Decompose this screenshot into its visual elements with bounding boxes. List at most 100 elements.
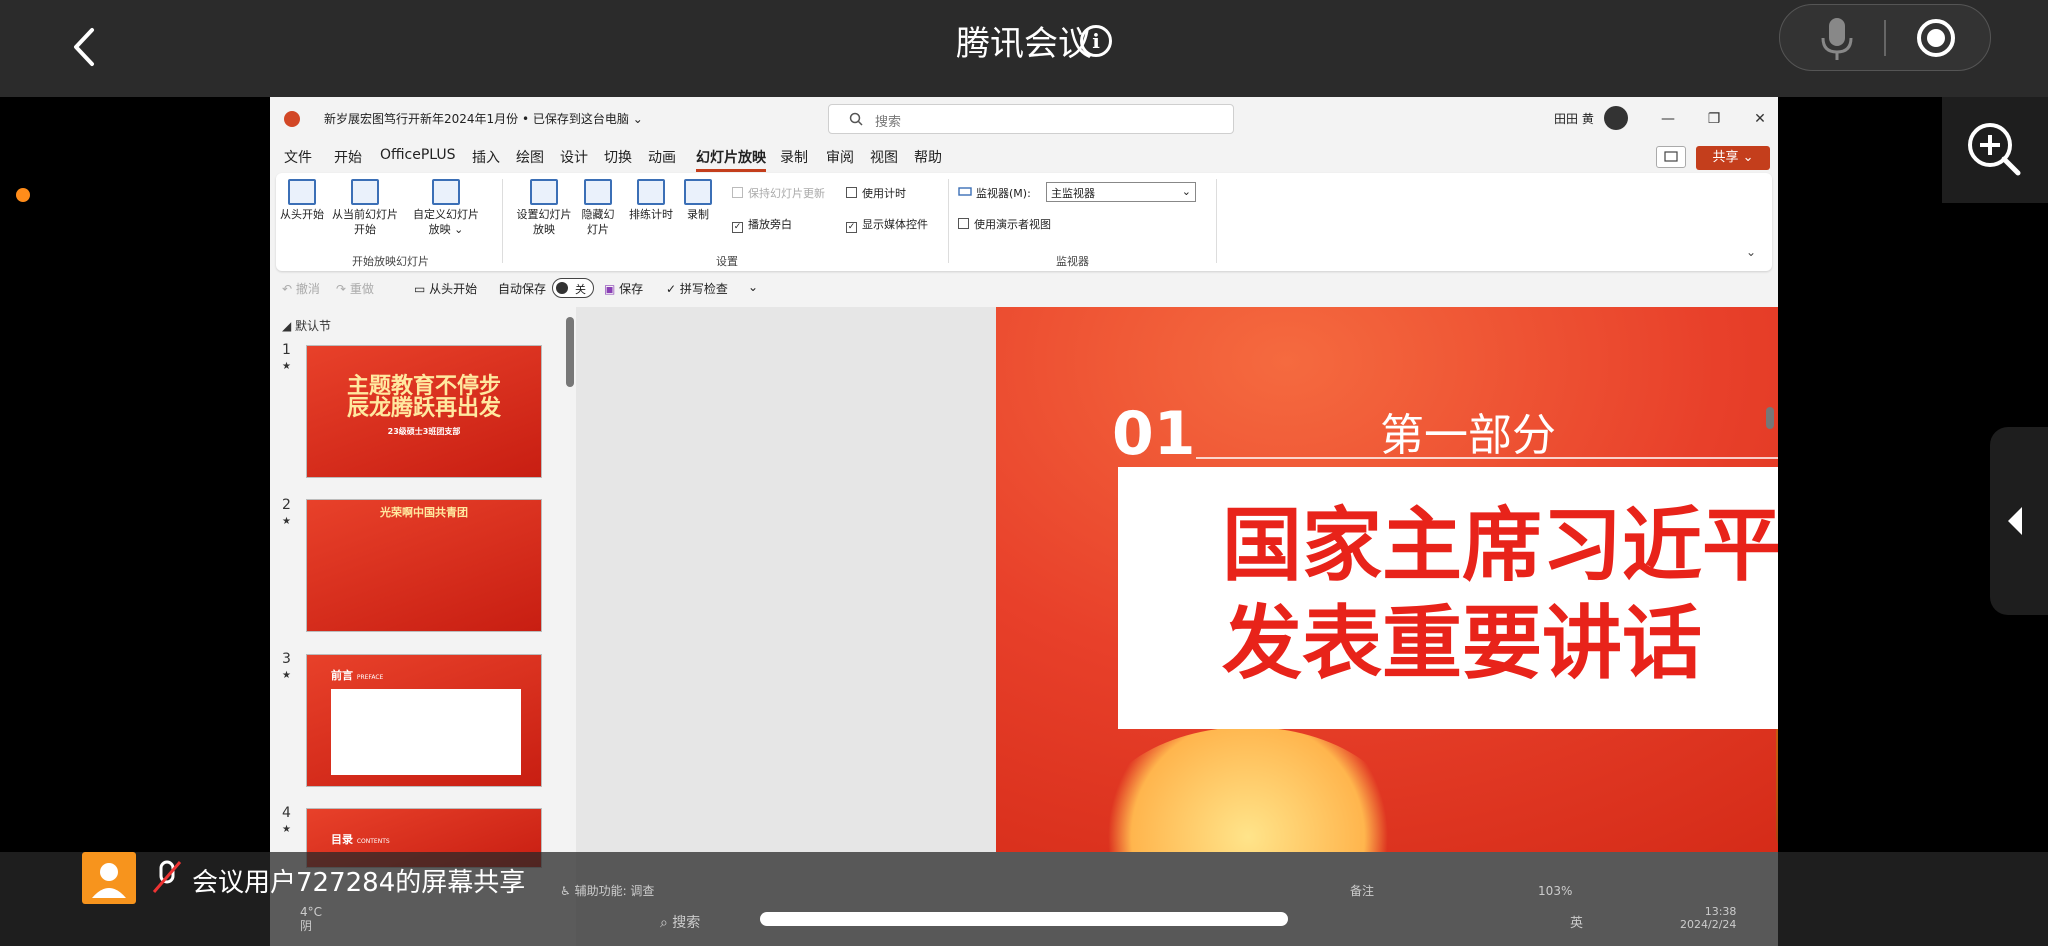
- keep-updated-checkbox[interactable]: 保持幻灯片更新: [732, 185, 825, 201]
- autosave-state: 关: [575, 283, 586, 296]
- rehearse-button[interactable]: 排练计时: [626, 179, 676, 222]
- current-slide[interactable]: 🕊 🕊 01 第一部分 国家主席习近平发表重要讲话: [996, 307, 1778, 852]
- slide-title-line1: 国家主席习近平: [1222, 499, 1778, 592]
- tab-animations[interactable]: 动画: [648, 147, 676, 167]
- collapse-ribbon-icon[interactable]: ⌄: [1746, 245, 1756, 259]
- meeting-title-text: 腾讯会议: [956, 24, 1092, 64]
- tab-draw[interactable]: 绘图: [516, 147, 544, 167]
- share-button[interactable]: 共享 ⌄: [1696, 146, 1770, 170]
- mic-muted-icon: [150, 858, 184, 896]
- tab-record[interactable]: 录制: [780, 147, 808, 167]
- thumbnails-scrollbar[interactable]: [566, 317, 574, 387]
- accessibility-status[interactable]: 辅助功能: 调查: [575, 884, 655, 898]
- toggle-knob: [556, 282, 568, 294]
- pill-divider: [1884, 20, 1886, 56]
- document-title[interactable]: 新岁展宏图笃行开新年2024年1月份 • 已保存到这台电脑 ⌄: [324, 110, 643, 127]
- slide-title-line2: 发表重要讲话: [1222, 597, 1702, 690]
- system-clock[interactable]: 13:38 2024/2/24: [1680, 905, 1736, 931]
- chevron-down-icon: ⌄: [1181, 185, 1191, 198]
- accessibility-icon: ♿: [560, 884, 575, 898]
- slideshow-current-icon: [351, 179, 379, 205]
- editor-scrollbar[interactable]: [1766, 407, 1774, 429]
- microphone-icon[interactable]: [1820, 16, 1854, 62]
- slide-number: 2: [282, 497, 291, 513]
- ribbon-tabs: 文件 开始 OfficePLUS 插入 绘图 设计 切换 动画 幻灯片放映 录制…: [270, 141, 1778, 172]
- rehearse-label: 排练计时: [629, 208, 673, 221]
- notes-button[interactable]: 备注: [1350, 884, 1374, 898]
- slide-thumbnail-3[interactable]: 前言 PREFACE: [306, 654, 542, 787]
- play-narration-checkbox[interactable]: ✓ 播放旁白: [732, 216, 792, 233]
- qat-from-start-button[interactable]: ▭ 从头开始: [414, 280, 477, 297]
- monitor-label: 监视器(M):: [958, 185, 1031, 201]
- spellcheck-label: 拼写检查: [679, 282, 728, 296]
- setup-show-label: 设置幻灯片放映: [516, 208, 572, 236]
- presenter-view-label: 使用演示者视图: [974, 218, 1051, 231]
- tab-file[interactable]: 文件: [284, 147, 312, 167]
- customize-qat-icon[interactable]: ⌄: [748, 280, 758, 294]
- custom-show-button[interactable]: 自定义幻灯片放映 ⌄: [410, 179, 482, 237]
- use-timings-checkbox[interactable]: 使用计时: [846, 185, 906, 201]
- hide-slide-button[interactable]: 隐藏幻灯片: [578, 179, 618, 237]
- tab-view[interactable]: 视图: [870, 147, 898, 167]
- setup-show-button[interactable]: 设置幻灯片放映: [514, 179, 574, 237]
- record-label: 录制: [687, 208, 709, 221]
- record-icon[interactable]: [1916, 18, 1956, 58]
- record-slide-icon: [684, 179, 712, 205]
- show-media-checkbox[interactable]: ✓ 显示媒体控件: [846, 216, 928, 233]
- tab-insert[interactable]: 插入: [472, 147, 500, 167]
- spellcheck-button[interactable]: ✓ 拼写检查: [666, 280, 728, 297]
- slide-thumbnail-1[interactable]: 主题教育不停步 辰龙腾跃再出发 23级硕士3班团支部: [306, 345, 542, 478]
- redo-button[interactable]: ↷ 重做: [336, 280, 374, 297]
- from-start-button[interactable]: 从头开始: [280, 179, 324, 222]
- ppt-title-bar: 新岁展宏图笃行开新年2024年1月份 • 已保存到这台电脑 ⌄ 搜索 田田 黄 …: [270, 97, 1778, 141]
- tab-officeplus[interactable]: OfficePLUS: [380, 147, 456, 163]
- play-narration-label: 播放旁白: [748, 218, 792, 231]
- avatar[interactable]: [1604, 106, 1628, 130]
- slide-number: 4: [282, 805, 291, 821]
- autosave-toggle[interactable]: 关: [552, 278, 594, 298]
- comments-button[interactable]: [1656, 146, 1686, 168]
- star-icon: ★: [282, 824, 291, 835]
- zoom-level[interactable]: 103%: [1538, 884, 1572, 898]
- hide-slide-icon: [584, 179, 612, 205]
- slide-title-box: 国家主席习近平 发表重要讲话: [1118, 467, 1778, 729]
- tab-design[interactable]: 设计: [560, 147, 588, 167]
- restore-button[interactable]: ❐: [1702, 107, 1726, 131]
- ime-indicator[interactable]: 英: [1570, 912, 1583, 931]
- status-dot: [16, 188, 30, 202]
- thumb-3-title-text: 前言: [331, 669, 353, 682]
- star-icon: ★: [282, 361, 291, 372]
- save-button[interactable]: ▣ 保存: [604, 280, 643, 297]
- user-name[interactable]: 田田 黄: [1554, 110, 1594, 127]
- record-button[interactable]: 录制: [680, 179, 716, 222]
- search-placeholder: 搜索: [875, 115, 902, 130]
- thumb-1-title: 主题教育不停步 辰龙腾跃再出发: [346, 374, 501, 421]
- group-label-start: 开始放映幻灯片: [352, 255, 429, 268]
- tab-slideshow[interactable]: 幻灯片放映: [696, 147, 766, 172]
- section-label[interactable]: ◢ 默认节: [282, 317, 331, 334]
- home-indicator[interactable]: [760, 912, 1288, 926]
- ppt-status-bar: ♿ 辅助功能: 调查: [560, 882, 654, 899]
- ppt-status-right: 备注 103%: [1350, 882, 1572, 899]
- side-panel-toggle[interactable]: [1990, 427, 2048, 615]
- tab-review[interactable]: 审阅: [826, 147, 854, 167]
- tab-help[interactable]: 帮助: [914, 147, 942, 167]
- thumb-3-textbox: [331, 689, 521, 775]
- monitor-dropdown[interactable]: 主监视器 ⌄: [1046, 182, 1196, 202]
- info-icon[interactable]: i: [1080, 25, 1112, 57]
- search-input[interactable]: 搜索: [828, 104, 1234, 134]
- minimize-button[interactable]: —: [1656, 107, 1680, 131]
- undo-button[interactable]: ↶ 撤消: [282, 280, 320, 297]
- thumb-2-title: 光荣啊中国共青团: [380, 506, 468, 519]
- close-button[interactable]: ✕: [1748, 107, 1772, 131]
- thumb-3-subtitle: PREFACE: [356, 674, 384, 681]
- zoom-in-button[interactable]: [1942, 97, 2048, 203]
- weather-widget[interactable]: 4°C 阴: [300, 905, 322, 933]
- tab-home[interactable]: 开始: [334, 147, 362, 167]
- tab-transitions[interactable]: 切换: [604, 147, 632, 167]
- from-current-button[interactable]: 从当前幻灯片开始: [328, 179, 402, 237]
- presenter-view-checkbox[interactable]: 使用演示者视图: [958, 216, 1051, 232]
- setup-icon: [530, 179, 558, 205]
- taskbar-search[interactable]: ⌕ 搜索: [660, 912, 700, 932]
- slide-thumbnail-2[interactable]: 光荣啊中国共青团: [306, 499, 542, 632]
